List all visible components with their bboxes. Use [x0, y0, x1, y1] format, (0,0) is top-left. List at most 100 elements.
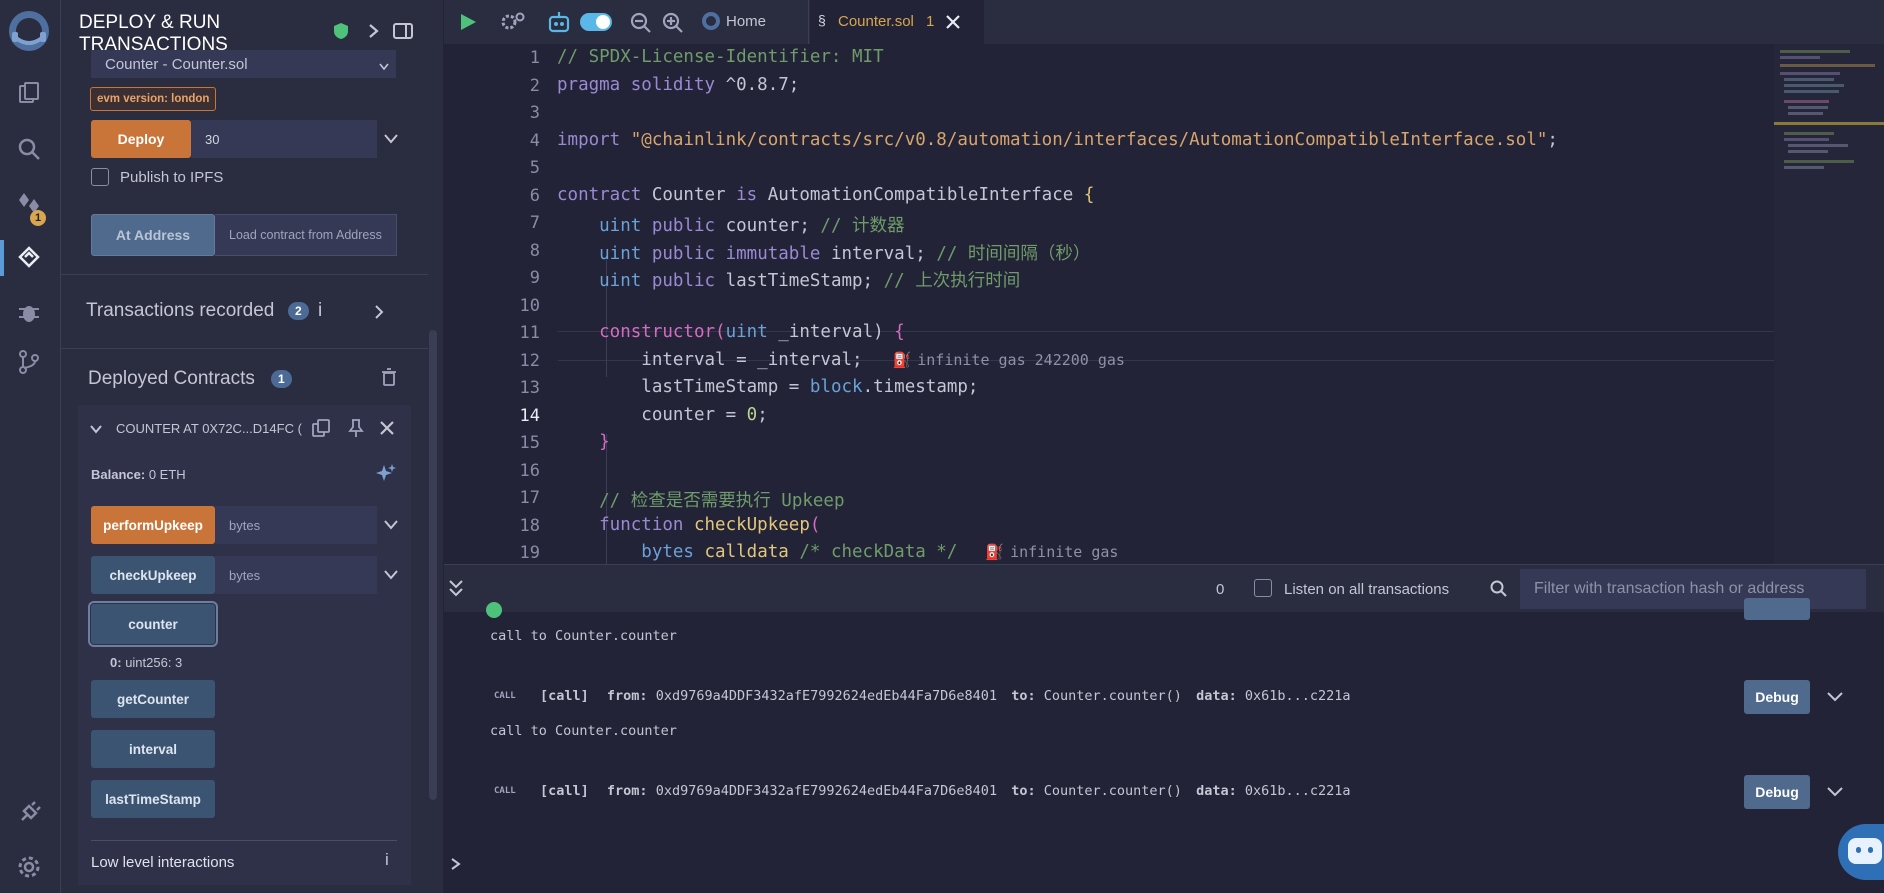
run-play-icon[interactable] [458, 12, 478, 32]
code-line-6: contract Counter is AutomationCompatible… [557, 185, 1094, 205]
remix-logo-icon[interactable] [6, 8, 52, 54]
terminal-prompt-icon[interactable] [450, 857, 462, 871]
listen-all-checkbox[interactable] [1254, 579, 1272, 597]
tx-to-label: to: [1011, 783, 1036, 799]
tab-home[interactable]: Home [726, 13, 766, 30]
editor-topbar: Home § Counter.sol 1 [444, 0, 1884, 45]
listen-all-label: Listen on all transactions [1284, 581, 1450, 598]
contract-select[interactable]: Counter - Counter.sol [91, 50, 396, 78]
pin-icon[interactable] [347, 418, 365, 438]
code-line-15: } [557, 432, 610, 452]
line-number: 2 [529, 75, 540, 96]
plugin-manager-icon[interactable] [12, 796, 46, 830]
copy-icon[interactable] [311, 418, 331, 438]
deploy-args-input[interactable]: 30 [191, 120, 377, 158]
home-remix-icon [700, 10, 722, 32]
chevron-down-icon[interactable] [89, 422, 103, 434]
performupkeep-input[interactable]: bytes [215, 506, 377, 544]
chevron-down-icon[interactable] [383, 518, 399, 530]
chevron-down-icon[interactable] [1826, 690, 1844, 704]
code-token: contract [557, 184, 652, 205]
settings-gear-icon[interactable] [12, 850, 46, 884]
zoom-out-icon[interactable] [630, 12, 652, 34]
tx-from: 0xd9769a4DDF3432afE7992624edEb44Fa7D6e84… [655, 688, 998, 704]
shield-icon[interactable] [333, 22, 349, 40]
chevron-down-icon [379, 58, 389, 71]
debug-button[interactable] [1744, 598, 1810, 620]
tx-to: Counter.counter() [1043, 783, 1182, 799]
code-token: lastTimeStamp = [557, 377, 810, 397]
line-number: 5 [529, 158, 540, 178]
chevron-down-icon[interactable] [383, 568, 399, 580]
minimap-line [1780, 64, 1875, 67]
code-line-7: uint public counter; // 计数器 [557, 212, 905, 237]
checkupkeep-input[interactable]: bytes [215, 556, 377, 594]
call-tag-icon: CALL [494, 786, 516, 796]
deploy-button[interactable]: Deploy [91, 120, 191, 158]
zoom-in-icon[interactable] [662, 12, 684, 34]
file-explorer-icon[interactable] [12, 76, 46, 110]
panel-title-line1: DEPLOY & RUN [79, 12, 221, 33]
lasttimestamp-button[interactable]: lastTimeStamp [91, 780, 215, 818]
counter-button[interactable]: counter [88, 601, 218, 647]
close-icon[interactable] [379, 420, 395, 436]
performupkeep-button[interactable]: performUpkeep [91, 506, 215, 544]
code-token: ; [757, 404, 768, 425]
info-icon[interactable]: i [318, 300, 322, 322]
minimap-line [1788, 150, 1828, 153]
tx-kind: [call] [540, 688, 589, 704]
tx-filter-input[interactable]: Filter with transaction hash or address [1520, 569, 1866, 609]
minimap-line [1784, 78, 1834, 81]
panel-scrollbar[interactable] [429, 330, 437, 800]
run-settings-icon[interactable] [500, 10, 526, 34]
publish-ipfs-label: Publish to IPFS [120, 169, 224, 186]
code-token: // 计数器 [820, 216, 905, 236]
line-number-gutter: 1 2 3 4 5 6 7 8 9 10 11 12 13 14 15 16 1… [444, 44, 540, 564]
chevron-right-icon[interactable] [367, 22, 381, 40]
chevron-right-icon[interactable] [373, 304, 385, 320]
code-token: pragma solidity [557, 74, 726, 95]
chevron-down-icon[interactable] [1826, 785, 1844, 799]
debug-button[interactable]: Debug [1744, 680, 1810, 714]
code-token: // 时间间隔（秒） [936, 243, 1091, 264]
at-address-input[interactable]: Load contract from Address [215, 214, 397, 256]
chevron-down-icon[interactable] [383, 132, 399, 144]
line-number: 8 [529, 240, 540, 261]
code-token: 0 [746, 404, 758, 425]
tx-from: 0xd9769a4DDF3432afE7992624edEb44Fa7D6e84… [655, 783, 998, 799]
deploy-run-icon[interactable] [12, 240, 46, 274]
code-line-4: import "@chainlink/contracts/src/v0.8/au… [557, 130, 1558, 150]
ai-robot-icon[interactable] [548, 10, 570, 34]
code-minimap[interactable] [1774, 44, 1884, 564]
tx-data: 0x61b...c221a [1244, 688, 1351, 704]
tx-to-label: to: [1011, 688, 1036, 704]
ai-assistant-launcher[interactable] [1838, 824, 1884, 880]
at-address-button[interactable]: At Address [91, 214, 215, 256]
debug-button[interactable]: Debug [1744, 775, 1810, 809]
tx-from-label: from: [606, 783, 648, 799]
sparkle-icon[interactable] [375, 463, 397, 485]
code-token: calldata [704, 542, 800, 562]
trash-icon[interactable] [381, 368, 397, 386]
gas-estimate-hint: infinite gas [1010, 543, 1119, 561]
getcounter-button[interactable]: getCounter [91, 680, 215, 718]
gas-pump-icon: ⛽ [892, 350, 912, 369]
collapse-terminal-icon[interactable] [448, 579, 464, 597]
publish-ipfs-checkbox[interactable] [91, 168, 109, 186]
line-number-current: 14 [519, 405, 540, 426]
search-icon[interactable] [12, 132, 46, 166]
ai-toggle-switch[interactable] [580, 13, 612, 31]
checkupkeep-button[interactable]: checkUpkeep [91, 556, 215, 594]
interval-button[interactable]: interval [91, 730, 215, 768]
line-number: 4 [529, 130, 540, 151]
close-icon[interactable] [946, 15, 960, 29]
code-token: ( [715, 322, 726, 342]
toggle-panel-icon[interactable] [393, 22, 413, 40]
info-icon[interactable]: i [385, 850, 389, 870]
debugger-icon[interactable] [12, 295, 46, 329]
code-token: uint [557, 271, 652, 291]
code-editor[interactable]: 1 2 3 4 5 6 7 8 9 10 11 12 13 14 15 16 1… [444, 44, 1884, 564]
git-icon[interactable] [12, 345, 46, 379]
code-token: _interval) [778, 322, 895, 342]
divider [91, 840, 397, 841]
